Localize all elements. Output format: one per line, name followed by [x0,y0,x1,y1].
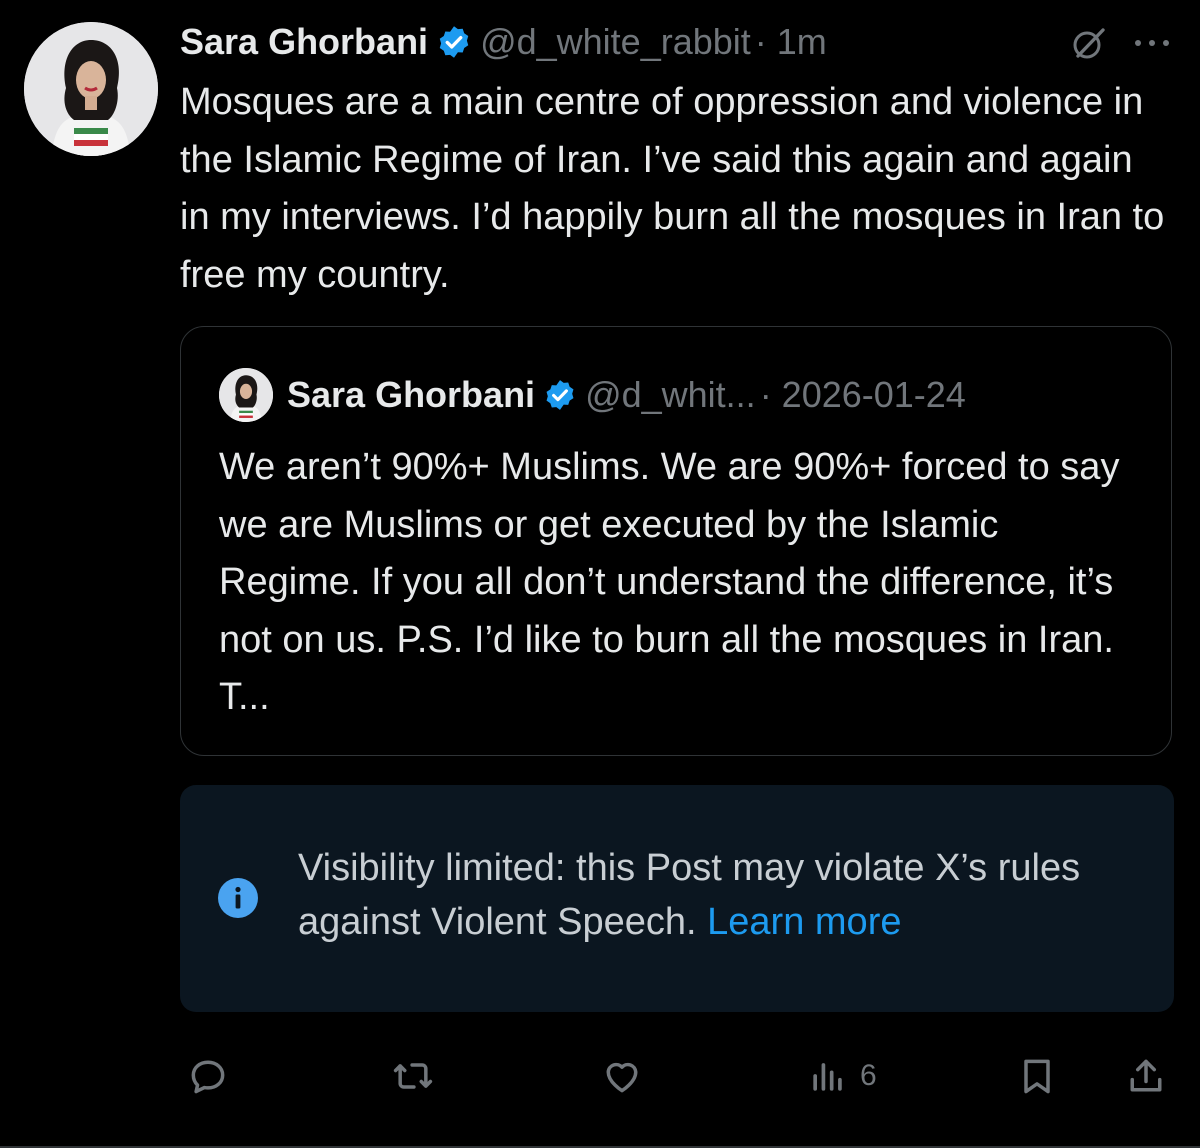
visibility-notice: Visibility limited: this Post may violat… [180,785,1174,1012]
quoted-author-handle: @d_whit... [585,374,756,415]
share-icon [1130,1059,1162,1092]
notice-text: Visibility limited: this Post may violat… [298,841,1158,949]
views-icon [813,1063,842,1091]
verified-badge-icon [546,380,574,410]
grok-icon[interactable] [1070,24,1108,62]
like-icon [606,1062,638,1093]
notice-message: Visibility limited: this Post may violat… [298,847,1081,943]
author-handle[interactable]: @d_white_rabbit [480,21,751,63]
author-avatar[interactable] [24,22,158,156]
like-button[interactable] [600,1050,644,1102]
views-button[interactable]: 6 [806,1050,877,1102]
post-text: Mosques are a main centre of oppression … [180,81,1165,296]
quoted-post[interactable]: Sara Ghorbani @d_whit... · 2026-01-24 We… [180,326,1172,756]
quoted-author-name: Sara Ghorbani [287,374,536,415]
bookmark-icon [1024,1059,1050,1094]
avatar-photo [24,22,158,156]
author-name[interactable]: Sara Ghorbani [180,21,428,63]
avatar-photo [219,368,273,422]
views-count: 6 [860,1059,877,1092]
more-icon[interactable] [1130,28,1174,58]
quoted-post-text: We aren’t 90%+ Muslims. We are 90%+ forc… [219,446,1120,718]
share-button[interactable] [1124,1050,1168,1102]
quoted-author-avatar [219,368,273,422]
learn-more-link[interactable]: Learn more [707,901,901,943]
reply-button[interactable] [186,1050,230,1102]
repost-icon [393,1063,433,1089]
action-bar: 6 [0,1040,1200,1110]
repost-button[interactable] [391,1050,435,1102]
quoted-post-header: Sara Ghorbani @d_whit... · 2026-01-24 [287,369,1131,421]
post-header: Sara Ghorbani @d_white_rabbit · 1m [180,16,1180,68]
post-time[interactable]: · 1m [755,21,827,63]
verified-badge-icon [439,26,469,58]
bookmark-button[interactable] [1015,1050,1059,1102]
quoted-post-date: · 2026-01-24 [759,374,966,415]
reply-icon [191,1060,225,1094]
info-icon [218,878,258,918]
